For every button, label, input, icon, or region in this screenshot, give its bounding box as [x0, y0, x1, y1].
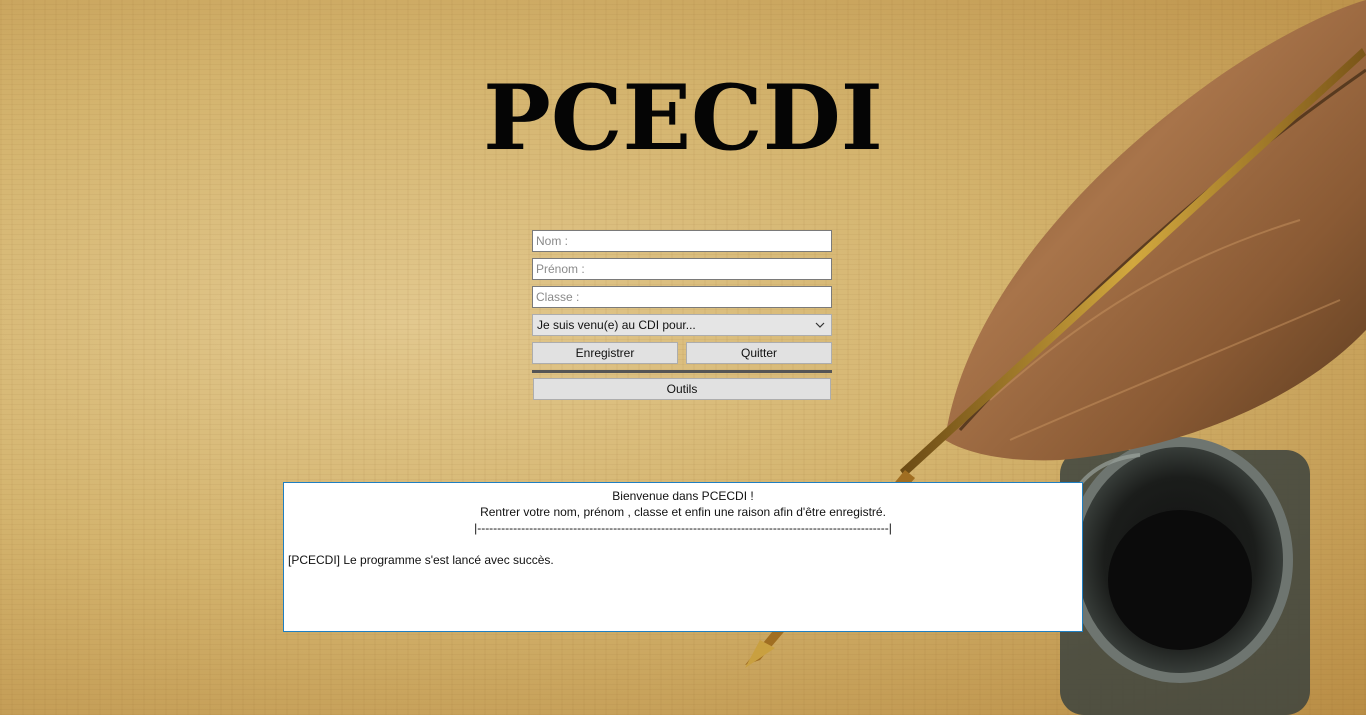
console-welcome: Bienvenue dans PCECDI !	[612, 489, 754, 503]
console-output[interactable]: Bienvenue dans PCECDI ! Rentrer votre no…	[283, 482, 1083, 632]
register-button[interactable]: Enregistrer	[532, 342, 678, 364]
app-title: PCECDI	[483, 65, 883, 171]
reason-select[interactable]: Je suis venu(e) au CDI pour...	[532, 314, 832, 336]
registration-form: Je suis venu(e) au CDI pour... Enregistr…	[532, 230, 832, 400]
console-log-line: [PCECDI] Le programme s'est lancé avec s…	[288, 553, 554, 567]
nom-input[interactable]	[532, 230, 832, 252]
quit-button[interactable]: Quitter	[686, 342, 832, 364]
console-instructions: Rentrer votre nom, prénom , classe et en…	[480, 505, 886, 519]
console-divider: |---------------------------------------…	[474, 521, 892, 535]
classe-input[interactable]	[532, 286, 832, 308]
action-buttons: Enregistrer Quitter	[532, 342, 832, 364]
reason-select-value: Je suis venu(e) au CDI pour...	[537, 318, 696, 332]
prenom-input[interactable]	[532, 258, 832, 280]
divider	[532, 370, 832, 373]
tools-button[interactable]: Outils	[533, 378, 831, 400]
chevron-down-icon	[815, 322, 825, 328]
app-window: PCECDI Je suis venu(e) au CDI pour... En…	[0, 0, 1366, 715]
